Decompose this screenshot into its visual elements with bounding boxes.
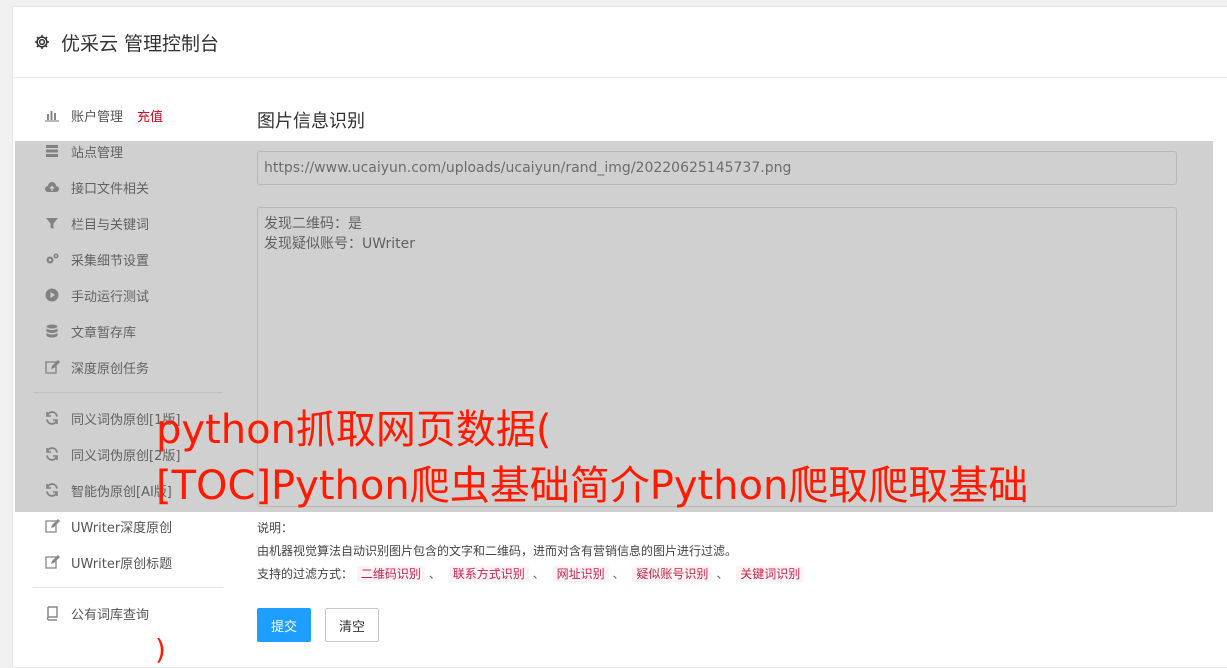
- sidebar-item-columns-keywords[interactable]: 栏目与关键词: [33, 205, 223, 241]
- clear-button[interactable]: 清空: [325, 608, 379, 642]
- filter-separator: 、: [612, 567, 625, 581]
- bar-chart-icon: [43, 107, 61, 123]
- filter-tag: 联系方式识别: [448, 566, 529, 582]
- sidebar-item-smart-ai[interactable]: 智能伪原创[AI版]: [33, 472, 223, 508]
- edit-icon: [43, 359, 61, 375]
- filter-tag: 疑似账号识别: [632, 566, 713, 582]
- edit-icon: [43, 554, 61, 570]
- database-icon: [43, 323, 61, 339]
- sidebar-item-uwriter-deep[interactable]: UWriter深度原创: [33, 508, 223, 544]
- form-buttons: 提交 清空: [257, 608, 1177, 642]
- sidebar-item-sites[interactable]: 站点管理: [33, 133, 223, 169]
- sidebar-divider: [33, 587, 223, 588]
- recognition-result-textarea[interactable]: 发现二维码：是 发现疑似账号：UWriter: [257, 207, 1177, 507]
- server-icon: [43, 143, 61, 159]
- page-title: 图片信息识别: [257, 111, 365, 132]
- sidebar-item-synonym-v1[interactable]: 同义词伪原创[1版]: [33, 400, 223, 436]
- sidebar-item-uwriter-title[interactable]: UWriter原创标题: [33, 544, 223, 580]
- gear-icon: [33, 33, 51, 51]
- play-circle-icon: [43, 287, 61, 303]
- filter-methods-label: 支持的过滤方式：: [257, 567, 354, 581]
- sidebar-item-label: 采集细节设置: [71, 253, 150, 269]
- page-header-title: 优采云 管理控制台: [61, 32, 220, 55]
- refresh-icon: [43, 446, 61, 462]
- submit-button[interactable]: 提交: [257, 608, 311, 642]
- sidebar-item-label: 手动运行测试: [71, 289, 150, 305]
- notes: 说明： 由机器视觉算法自动识别图片包含的文字和二维码，进而对含有营销信息的图片进…: [257, 517, 1177, 586]
- sidebar-item-synonym-v2[interactable]: 同义词伪原创[2版]: [33, 436, 223, 472]
- book-icon: [43, 605, 61, 621]
- filter-icon: [43, 215, 61, 231]
- filter-tag: 网址识别: [552, 566, 609, 582]
- gears-icon: [43, 251, 61, 267]
- sidebar-item-label: UWriter深度原创: [71, 520, 173, 536]
- image-url-input[interactable]: [257, 151, 1177, 185]
- edit-icon: [43, 518, 61, 534]
- sidebar-item-label: 智能伪原创[AI版]: [71, 484, 172, 500]
- main-content: 图片信息识别 发现二维码：是 发现疑似账号：UWriter 说明： 由机器视觉算…: [257, 107, 1177, 642]
- filter-separator: 、: [428, 567, 441, 581]
- sidebar: 账户管理 充值 站点管理 接口文件相关 栏目与关键词 采集细节设置 手动运行测试…: [33, 97, 223, 631]
- header: 优采云 管理控制台: [13, 7, 1227, 78]
- filter-tag: 二维码识别: [356, 566, 425, 582]
- refresh-icon: [43, 482, 61, 498]
- filter-methods: 支持的过滤方式： 二维码识别、 联系方式识别、 网址识别、 疑似账号识别、 关键…: [257, 563, 1177, 586]
- refresh-icon: [43, 410, 61, 426]
- sidebar-item-label: 文章暂存库: [71, 325, 137, 341]
- sidebar-item-public-dictionary[interactable]: 公有词库查询: [33, 595, 223, 631]
- sidebar-item-label: 同义词伪原创[2版]: [71, 448, 181, 464]
- sidebar-item-label: 账户管理: [71, 109, 124, 125]
- sidebar-item-deep-original-task[interactable]: 深度原创任务: [33, 349, 223, 385]
- sidebar-item-collection-settings[interactable]: 采集细节设置: [33, 241, 223, 277]
- sidebar-item-label: 深度原创任务: [71, 361, 150, 377]
- sidebar-item-label: 公有词库查询: [71, 607, 150, 623]
- sidebar-item-label: 同义词伪原创[1版]: [71, 412, 181, 428]
- sidebar-item-label: 接口文件相关: [71, 181, 150, 197]
- sidebar-item-label: UWriter原创标题: [71, 556, 173, 572]
- sidebar-item-account[interactable]: 账户管理 充值: [33, 97, 223, 133]
- filter-separator: 、: [716, 567, 729, 581]
- notes-description: 由机器视觉算法自动识别图片包含的文字和二维码，进而对含有营销信息的图片进行过滤。: [257, 544, 738, 558]
- filter-tag: 关键词识别: [736, 566, 805, 582]
- filter-separator: 、: [532, 567, 545, 581]
- sidebar-item-label: 栏目与关键词: [71, 217, 150, 233]
- sidebar-item-label: 站点管理: [71, 145, 124, 161]
- sidebar-item-interface-files[interactable]: 接口文件相关: [33, 169, 223, 205]
- recharge-link[interactable]: 充值: [137, 106, 163, 125]
- sidebar-item-article-store[interactable]: 文章暂存库: [33, 313, 223, 349]
- sidebar-divider: [33, 392, 223, 393]
- console-card: 优采云 管理控制台 账户管理 充值 站点管理 接口文件相关 栏目与关键词 采集细…: [12, 6, 1227, 668]
- cloud-upload-icon: [43, 179, 61, 195]
- sidebar-item-manual-test[interactable]: 手动运行测试: [33, 277, 223, 313]
- notes-heading: 说明：: [257, 521, 294, 535]
